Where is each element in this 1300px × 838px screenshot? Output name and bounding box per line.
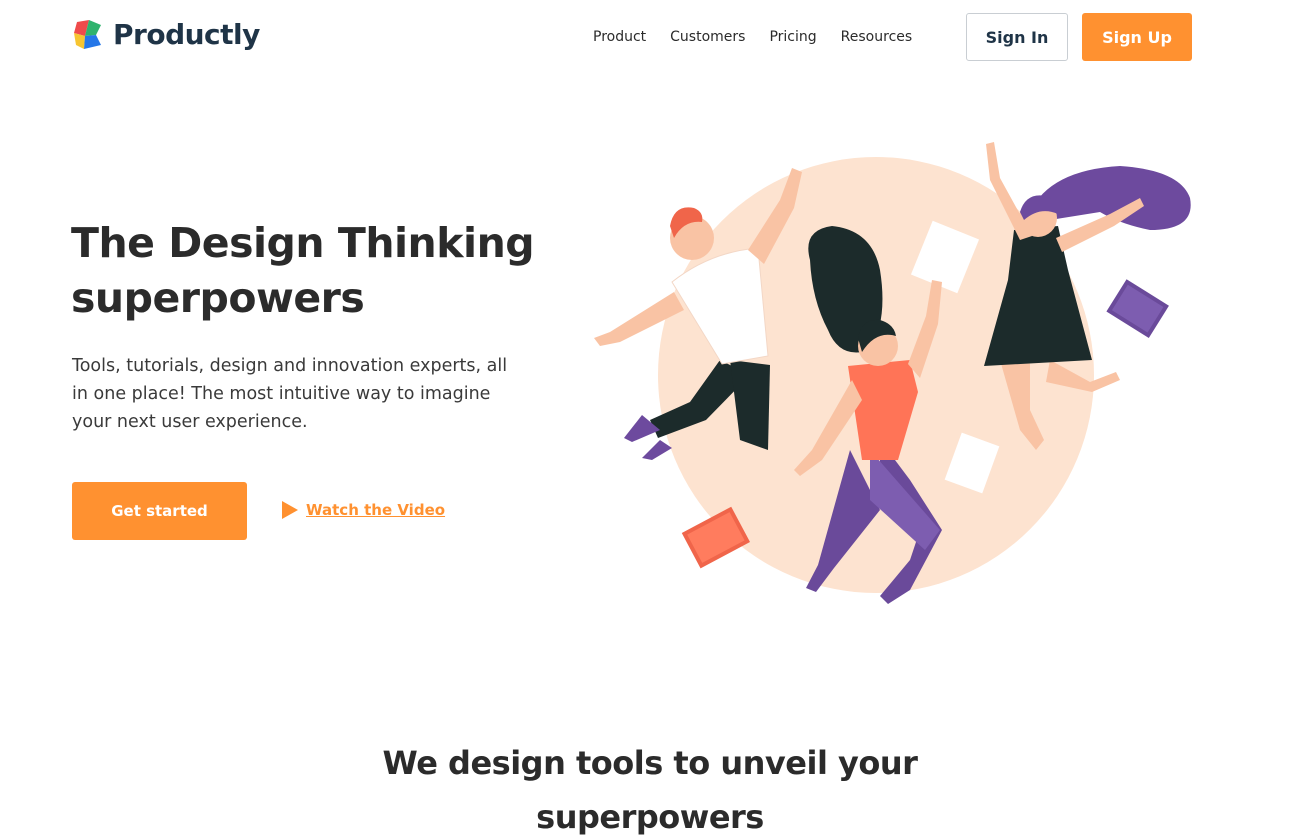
hero-subtitle: Tools, tutorials, design and innovation … bbox=[72, 356, 508, 432]
nav-item-resources[interactable]: Resources bbox=[841, 26, 913, 48]
hero-title: The Design Thinking superpowers bbox=[71, 219, 535, 322]
brand-name: Productly bbox=[113, 18, 260, 51]
productly-logo-icon bbox=[74, 20, 101, 49]
nav-item-product[interactable]: Product bbox=[593, 26, 646, 48]
get-started-button[interactable]: Get started bbox=[72, 482, 247, 540]
play-icon bbox=[282, 501, 298, 519]
watch-video-label: Watch the Video bbox=[306, 501, 446, 519]
sign-up-button[interactable]: Sign Up bbox=[1082, 13, 1192, 61]
jumping-people-illustration bbox=[594, 142, 1191, 604]
main-nav: Product Customers Pricing Resources bbox=[593, 26, 936, 48]
site-header: Productly Product Customers Pricing Reso… bbox=[0, 0, 1300, 74]
watch-video-link[interactable]: Watch the Video bbox=[281, 498, 445, 522]
section-title: We design tools to unveil your superpowe… bbox=[382, 744, 918, 836]
sign-in-button[interactable]: Sign In bbox=[966, 13, 1068, 61]
nav-item-customers[interactable]: Customers bbox=[670, 26, 745, 48]
logo-link[interactable]: Productly bbox=[72, 18, 260, 52]
nav-item-pricing[interactable]: Pricing bbox=[769, 26, 816, 48]
